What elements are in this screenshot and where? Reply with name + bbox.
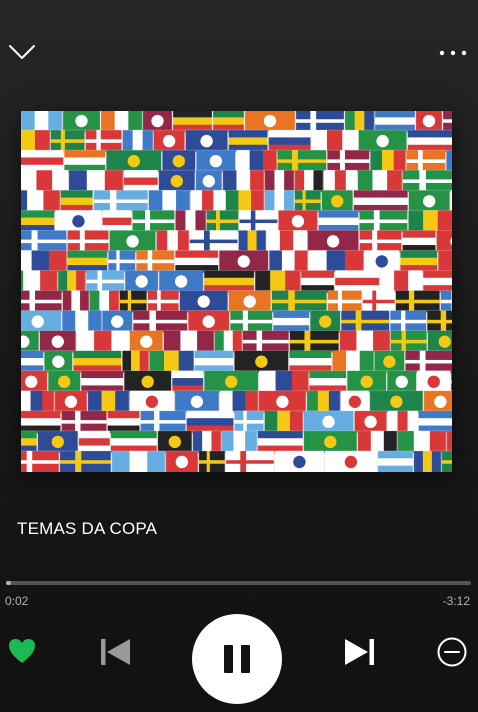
album-cover [21,111,452,472]
top-bar [0,0,478,100]
heart-icon [9,639,35,663]
track-title: TEMAS DA COPA [17,519,158,538]
remove-circle-icon [437,637,467,667]
flags-collage-artwork [21,111,452,472]
now-playing-screen: TEMAS DA COPA 0:02 -3:12 [0,0,478,712]
elapsed-time: 0:02 [5,594,29,608]
progress-bar-fill [6,581,11,585]
previous-button[interactable] [96,634,134,670]
chevron-down-icon [9,45,35,59]
hide-song-button[interactable] [434,634,470,670]
skip-next-icon [345,639,374,665]
pause-button[interactable] [192,614,282,704]
like-button[interactable] [4,634,40,668]
skip-previous-icon [101,639,130,665]
pause-icon [224,645,250,673]
collapse-button[interactable] [6,40,38,64]
progress-bar[interactable] [6,581,471,585]
next-button[interactable] [341,634,379,670]
remaining-time: -3:12 [442,594,470,608]
more-options-button[interactable] [436,44,470,62]
more-options-icon [439,50,467,56]
